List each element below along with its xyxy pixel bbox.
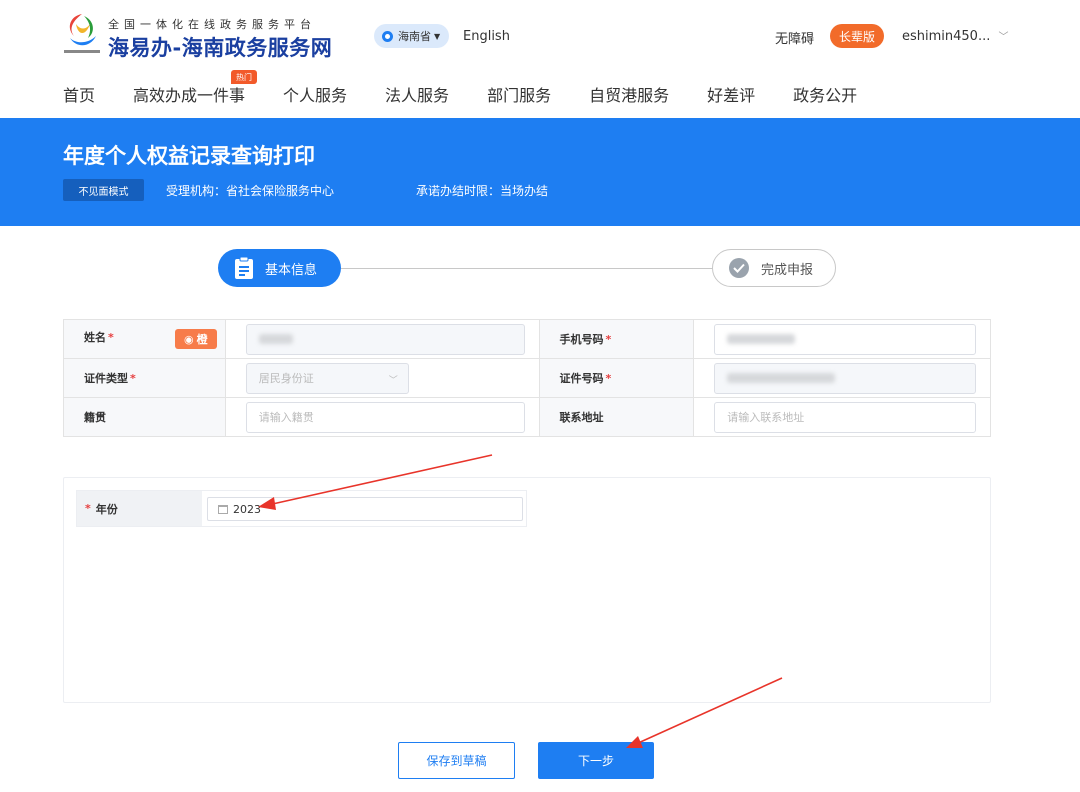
caret-down-icon: ▼	[434, 31, 441, 41]
nav-item-label: 高效办成一件事	[133, 86, 246, 105]
step-connector	[338, 268, 713, 269]
step-complete[interactable]: 完成申报	[712, 249, 836, 287]
nav-item-ftp[interactable]: 自贸港服务	[589, 82, 669, 106]
native-label-cell: 籍贯	[63, 397, 226, 437]
nav-item-home[interactable]: 首页	[63, 82, 95, 106]
nav-item-personal[interactable]: 个人服务	[283, 82, 347, 106]
native-value-cell: 请输入籍贯	[224, 397, 540, 437]
phone-label: 手机号码	[559, 333, 604, 346]
clipboard-icon	[235, 256, 253, 279]
accessibility-link[interactable]: 无障碍	[775, 28, 814, 47]
native-field[interactable]: 请输入籍贯	[245, 401, 525, 433]
nav-item-review[interactable]: 好差评	[707, 82, 755, 106]
hot-badge: 热门	[231, 70, 258, 84]
name-field[interactable]	[245, 323, 525, 355]
next-button[interactable]: 下一步	[538, 742, 654, 779]
site-header: 全国一体化在线政务服务平台 海易办-海南政务服务网 海南省 ▼ English …	[0, 0, 1080, 118]
address-label: 联系地址	[559, 411, 604, 424]
page-title: 年度个人权益记录查询打印	[63, 144, 315, 168]
service-banner: 年度个人权益记录查询打印 不见面模式 受理机构：省社会保险服务中心 承诺办结时限…	[0, 118, 1080, 226]
table-row: 姓名 * ◉ 橙 手机号码 *	[63, 319, 991, 359]
chevron-down-icon: ﹀	[998, 32, 1009, 43]
nav-item-legal[interactable]: 法人服务	[385, 82, 449, 106]
time-limit-text: 承诺办结时限：当场办结	[416, 184, 549, 198]
name-label-cell: 姓名 * ◉ 橙	[63, 319, 226, 359]
year-picker[interactable]: 2023	[207, 497, 523, 521]
masked-text	[727, 373, 836, 383]
agency-text: 受理机构：省社会保险服务中心	[166, 184, 335, 198]
year-panel: * 年份 2023	[63, 477, 991, 703]
address-value-cell: 请输入联系地址	[693, 397, 991, 437]
autofill-icon: ◉	[183, 332, 194, 346]
id-number-field[interactable]	[714, 362, 976, 394]
year-label-cell: * 年份	[77, 491, 202, 526]
calendar-icon	[218, 504, 228, 514]
masked-text	[258, 334, 293, 344]
basic-info-table: 姓名 * ◉ 橙 手机号码 * 证件类型 * 居民身份证 ﹀ 证件号码 * 籍贯…	[63, 319, 991, 437]
native-label: 籍贯	[84, 411, 106, 424]
required-mark: *	[108, 331, 114, 344]
autofill-label: 橙	[196, 333, 208, 346]
nav-item-department[interactable]: 部门服务	[487, 82, 551, 106]
chevron-down-icon: ﹀	[388, 375, 398, 386]
step-label: 完成申报	[761, 262, 814, 278]
id-type-label-cell: 证件类型 *	[63, 358, 226, 398]
required-mark: *	[605, 333, 612, 346]
address-placeholder: 请输入联系地址	[727, 411, 805, 424]
id-type-value-cell: 居民身份证 ﹀	[224, 358, 540, 398]
location-pin-icon	[382, 30, 393, 42]
address-label-cell: 联系地址	[538, 397, 695, 437]
phone-field[interactable]	[714, 323, 976, 355]
english-link[interactable]: English	[463, 29, 510, 44]
step-label: 基本信息	[265, 262, 318, 278]
address-field[interactable]: 请输入联系地址	[714, 401, 976, 433]
id-type-value: 居民身份证	[258, 372, 314, 385]
id-number-label: 证件号码	[559, 372, 604, 385]
region-selector[interactable]: 海南省 ▼	[374, 24, 450, 48]
user-name: eshimin450...	[902, 29, 991, 44]
id-type-select[interactable]: 居民身份证 ﹀	[245, 362, 409, 394]
logo-subtitle: 全国一体化在线政务服务平台	[108, 18, 316, 31]
required-mark: *	[130, 372, 136, 385]
year-value: 2023	[233, 502, 261, 516]
mode-badge: 不见面模式	[63, 179, 144, 201]
progress-stepper: 基本信息 完成申报	[218, 249, 838, 287]
region-label: 海南省	[398, 30, 431, 43]
phone-value-cell	[693, 319, 991, 359]
name-value-cell	[224, 319, 540, 359]
nav-item-public[interactable]: 政务公开	[793, 82, 857, 106]
table-row: 籍贯 请输入籍贯 联系地址 请输入联系地址	[63, 397, 991, 437]
id-number-value-cell	[693, 358, 991, 398]
native-placeholder: 请输入籍贯	[258, 411, 314, 424]
phone-label-cell: 手机号码 *	[538, 319, 695, 359]
id-type-label: 证件类型	[84, 372, 128, 385]
year-label: 年份	[95, 502, 118, 516]
table-row: 证件类型 * 居民身份证 ﹀ 证件号码 *	[63, 358, 991, 398]
nav-item-one-thing[interactable]: 高效办成一件事 热门	[133, 70, 258, 106]
name-label: 姓名	[84, 331, 106, 344]
logo-title[interactable]: 海易办-海南政务服务网	[108, 32, 332, 62]
masked-text	[727, 334, 796, 344]
check-circle-icon	[729, 258, 749, 278]
user-menu[interactable]: eshimin450... ﹀	[902, 28, 1009, 44]
year-row: * 年份 2023	[76, 490, 527, 527]
step-basic-info[interactable]: 基本信息	[218, 249, 341, 287]
required-mark: *	[605, 372, 612, 385]
elder-mode-button[interactable]: 长辈版	[830, 24, 884, 48]
main-nav: 首页 高效办成一件事 热门 个人服务 法人服务 部门服务 自贸港服务 好差评 政…	[63, 70, 895, 106]
save-draft-button[interactable]: 保存到草稿	[398, 742, 515, 779]
required-mark: *	[85, 502, 91, 515]
autofill-button[interactable]: ◉ 橙	[174, 329, 217, 349]
id-number-label-cell: 证件号码 *	[538, 358, 695, 398]
logo-icon[interactable]	[62, 10, 102, 56]
